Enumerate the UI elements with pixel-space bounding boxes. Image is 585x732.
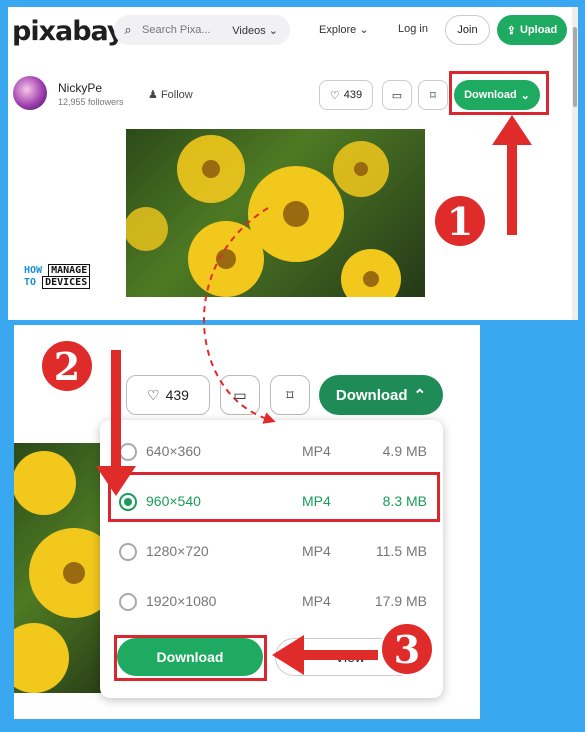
highlight-box-confirm-download [114, 635, 267, 681]
chevron-up-icon: ⌃ [413, 387, 427, 404]
top-screenshot-panel: pixabay ⌕ Search Pixa... Videos ⌄ Explor… [8, 7, 578, 320]
like-button[interactable]: ♡ 439 [319, 80, 373, 110]
bookmark-button[interactable]: ⌑ [418, 80, 448, 110]
download-button-open[interactable]: Download ⌃ [319, 375, 443, 415]
like-count: 439 [343, 89, 363, 101]
bookmark-icon: ⌑ [430, 89, 436, 102]
highlight-box-download [449, 71, 549, 115]
like-button[interactable]: ♡ 439 [126, 375, 210, 415]
watermark-to: TO [24, 277, 37, 288]
video-preview-partial[interactable] [14, 443, 104, 693]
option-size: 11.5 MB [375, 543, 427, 559]
follow-icon: ♟ [148, 89, 158, 101]
upload-button[interactable]: ⇪ Upload [497, 15, 567, 45]
search-scope-select[interactable]: Videos ⌄ [232, 24, 290, 37]
search-input[interactable]: Search Pixa... [142, 24, 232, 36]
step-1-badge: 1 [433, 194, 487, 248]
highlight-box-selected-option [108, 472, 440, 522]
comment-icon: ▭ [391, 89, 403, 102]
bookmark-icon: ⌑ [286, 386, 294, 403]
video-preview[interactable] [126, 129, 425, 297]
radio-button[interactable] [119, 443, 137, 461]
author-followers: 12,955 followers [58, 97, 124, 107]
option-size: 4.9 MB [382, 443, 427, 459]
heart-icon: ♡ [147, 386, 160, 403]
scrollbar[interactable] [572, 7, 578, 320]
option-resolution: 1280×720 [146, 543, 209, 559]
search-icon: ⌕ [124, 22, 132, 37]
option-resolution: 640×360 [146, 443, 201, 459]
heart-icon: ♡ [329, 89, 340, 102]
explore-menu[interactable]: Explore ⌄ [319, 23, 369, 36]
join-button[interactable]: Join [445, 15, 490, 45]
bookmark-button[interactable]: ⌑ [270, 375, 310, 415]
download-label: Download [335, 386, 408, 404]
step-3-badge: 3 [380, 622, 434, 676]
watermark-devices: DEVICES [42, 276, 91, 289]
option-resolution: 1920×1080 [146, 593, 217, 609]
explore-label: Explore [319, 24, 357, 36]
upload-label: Upload [519, 24, 558, 36]
search-scope-label: Videos [232, 24, 266, 37]
option-format: MP4 [302, 543, 331, 559]
author-name[interactable]: NickyPe [58, 81, 102, 95]
comment-button[interactable]: ▭ [220, 375, 260, 415]
top-navigation-bar: pixabay ⌕ Search Pixa... Videos ⌄ Explor… [8, 7, 578, 53]
resolution-option[interactable]: 640×360 MP4 4.9 MB [100, 431, 443, 473]
option-format: MP4 [302, 593, 331, 609]
upload-icon: ⇪ [506, 24, 516, 37]
option-size: 17.9 MB [374, 593, 427, 609]
follow-label: Follow [160, 89, 193, 101]
flower-image [126, 135, 401, 297]
like-count: 439 [165, 387, 189, 403]
login-link[interactable]: Log in [398, 23, 428, 35]
chevron-down-icon: ⌄ [268, 24, 278, 37]
comment-icon: ▭ [233, 386, 247, 403]
howto-watermark: HOW MANAGE TO DEVICES [24, 264, 91, 289]
flower-image [14, 451, 104, 693]
follow-button[interactable]: ♟ Follow [148, 88, 193, 101]
comment-button[interactable]: ▭ [382, 80, 412, 110]
resolution-option[interactable]: 1920×1080 MP4 17.9 MB [100, 581, 443, 623]
radio-button[interactable] [119, 593, 137, 611]
watermark-how: HOW [24, 265, 43, 276]
step-2-badge: 2 [40, 339, 94, 393]
search-bar[interactable]: ⌕ Search Pixa... Videos ⌄ [114, 15, 290, 45]
radio-button[interactable] [119, 543, 137, 561]
pixabay-logo[interactable]: pixabay [12, 16, 125, 47]
resolution-option[interactable]: 1280×720 MP4 11.5 MB [100, 531, 443, 573]
avatar[interactable] [13, 76, 47, 110]
option-format: MP4 [302, 443, 331, 459]
chevron-down-icon: ⌄ [359, 24, 369, 36]
